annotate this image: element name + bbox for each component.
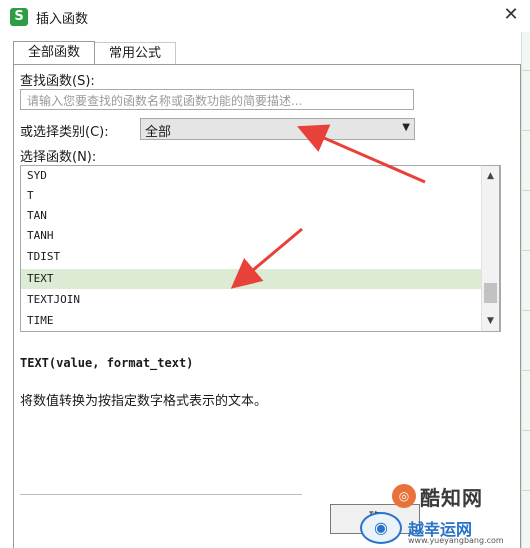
- watermark-kuzhi: ◎ 酷知网: [392, 480, 524, 510]
- arrow-to-text-item: [230, 227, 303, 289]
- watermark-logo-icon: ◎: [392, 484, 416, 508]
- tab-all-functions[interactable]: 全部函数: [13, 41, 95, 64]
- watermark-url: www.yueyangbang.com: [408, 536, 504, 545]
- wifi-logo-icon: ◉: [360, 512, 402, 544]
- watermark-yueyang: ◉ 越幸运网 www.yueyangbang.com: [360, 512, 530, 548]
- annotation-arrows: [230, 124, 426, 289]
- arrow-to-category: [296, 124, 426, 184]
- insert-function-dialog: S 插入函数 ✕ 全部函数 常用公式 查找函数(S): 请输入您要查找的函数名称…: [0, 0, 530, 548]
- watermark-text: 酷知网: [420, 486, 483, 510]
